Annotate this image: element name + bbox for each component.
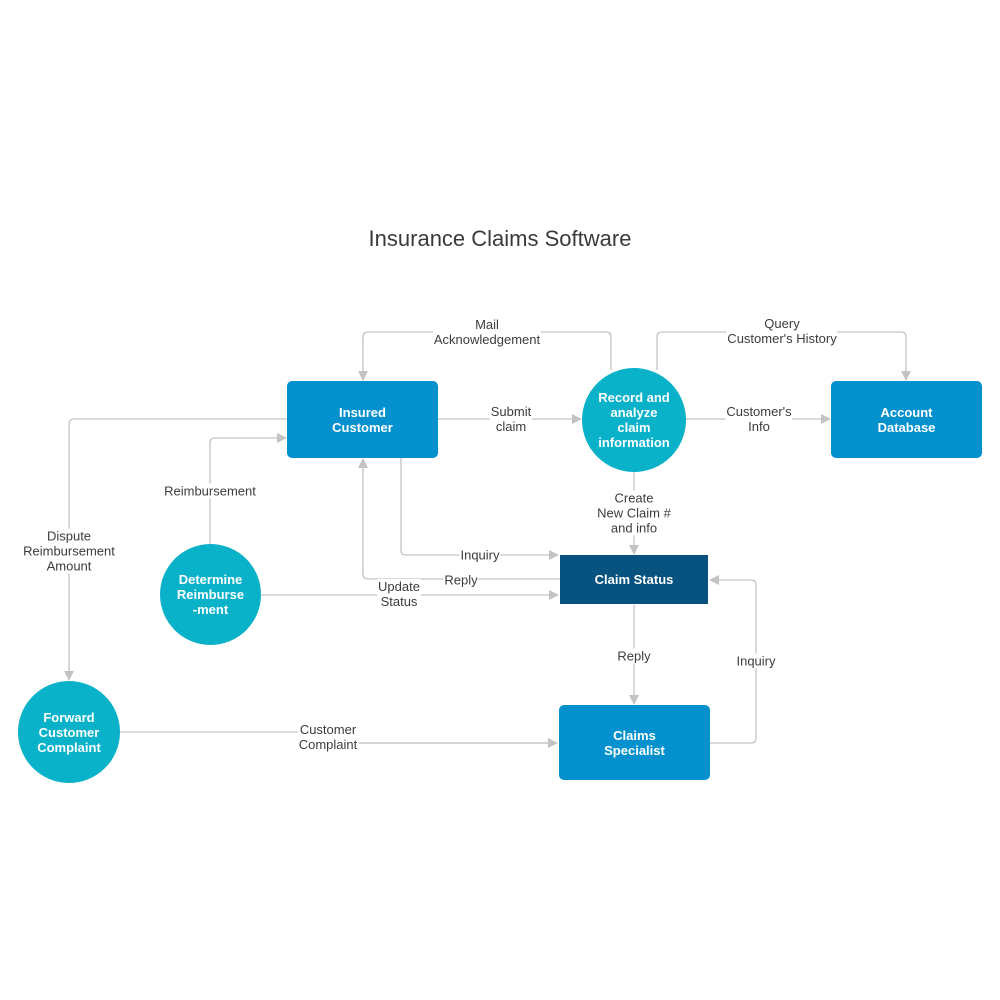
label-inquiry-specialist: Inquiry [735, 653, 777, 669]
node-claims-specialist[interactable]: Claims Specialist [559, 705, 710, 780]
label-customers-info: Customer's Info [725, 404, 793, 434]
node-record-analyze-claim[interactable]: Record and analyze claim information [582, 368, 686, 472]
label-inquiry-customer: Inquiry [459, 547, 501, 563]
node-claim-status[interactable]: Claim Status [560, 555, 708, 604]
label-reply-customer: Reply [443, 572, 479, 588]
edges-layer [64, 331, 911, 1000]
label-reply-specialist: Reply [616, 648, 652, 664]
node-insured-customer[interactable]: Insured Customer [287, 381, 438, 458]
label-submit-claim: Submit claim [489, 404, 533, 434]
label-create-claim: Create New Claim # and info [596, 490, 672, 536]
diagram-canvas: Insurance Claims Software Insured Custom… [0, 0, 1000, 1000]
label-reimbursement: Reimbursement [163, 483, 257, 499]
label-mail-acknowledgement: Mail Acknowledgement [432, 317, 542, 347]
node-forward-customer-complaint[interactable]: Forward Customer Complaint [18, 681, 120, 783]
edge-inquiry-customer[interactable] [400, 458, 559, 560]
node-account-database[interactable]: Account Database [831, 381, 982, 458]
label-query-history: Query Customer's History [726, 316, 838, 346]
label-dispute-reimbursement: Dispute Reimbursement Amount [22, 528, 116, 574]
diagram-title: Insurance Claims Software [368, 226, 632, 251]
label-update-status: Update Status [377, 579, 421, 609]
node-determine-reimbursement[interactable]: Determine Reimburse -ment [160, 544, 261, 645]
label-customer-complaint: Customer Complaint [297, 722, 359, 752]
